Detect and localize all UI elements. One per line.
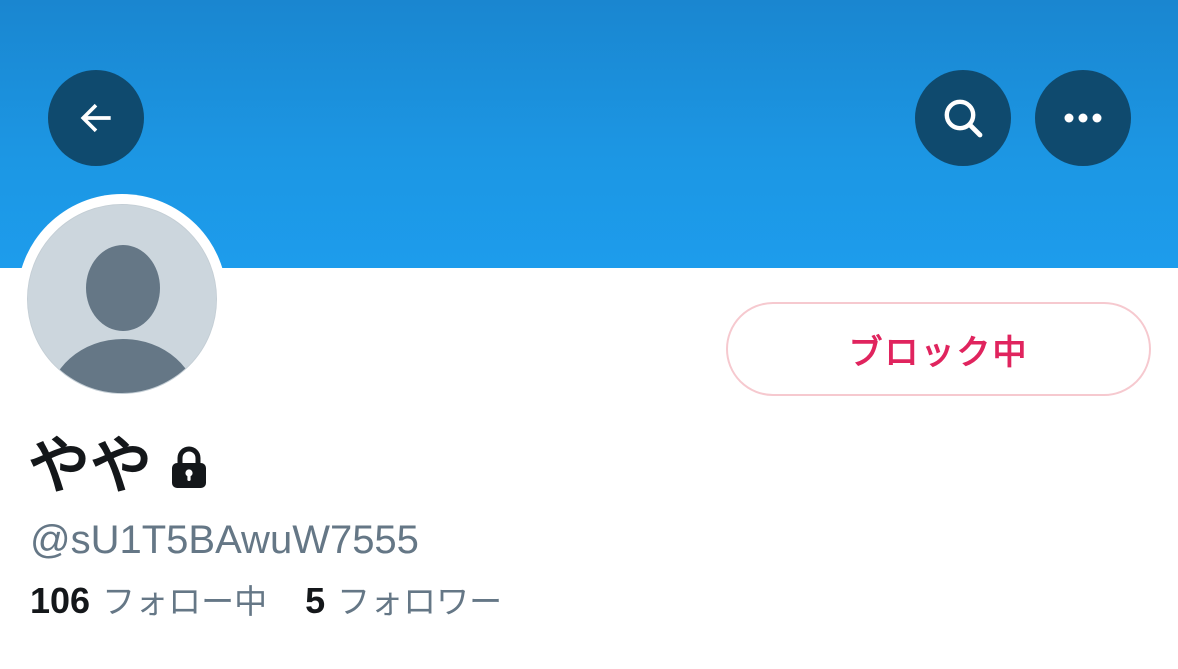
followers-link[interactable]: 5 フォロワー — [305, 578, 502, 625]
avatar[interactable] — [27, 204, 217, 394]
blocked-button[interactable]: ブロック中 — [726, 302, 1151, 396]
display-name: やや — [28, 429, 153, 502]
following-label: フォロー中 — [102, 582, 268, 621]
default-avatar-icon — [28, 205, 216, 393]
followers-label: フォロワー — [337, 582, 503, 621]
avatar-container[interactable] — [17, 194, 227, 404]
followers-count: 5 — [305, 580, 326, 621]
more-button[interactable] — [1035, 70, 1131, 166]
more-horizontal-icon — [1061, 112, 1105, 124]
following-count: 106 — [30, 580, 91, 621]
arrow-left-icon — [74, 96, 118, 140]
profile-stats: 106 フォロー中 5 フォロワー — [30, 578, 502, 625]
search-button[interactable] — [915, 70, 1011, 166]
name-row: やや — [28, 428, 208, 504]
following-link[interactable]: 106 フォロー中 — [30, 578, 267, 625]
blocked-button-label: ブロック中 — [848, 332, 1029, 373]
profile-page: ブロック中 やや @sU1T5BAwuW7555 106 フォロー中 5 フォロ… — [0, 0, 1178, 669]
search-icon — [939, 94, 987, 142]
lock-icon — [170, 446, 208, 492]
back-button[interactable] — [48, 70, 144, 166]
user-handle: @sU1T5BAwuW7555 — [30, 518, 419, 562]
